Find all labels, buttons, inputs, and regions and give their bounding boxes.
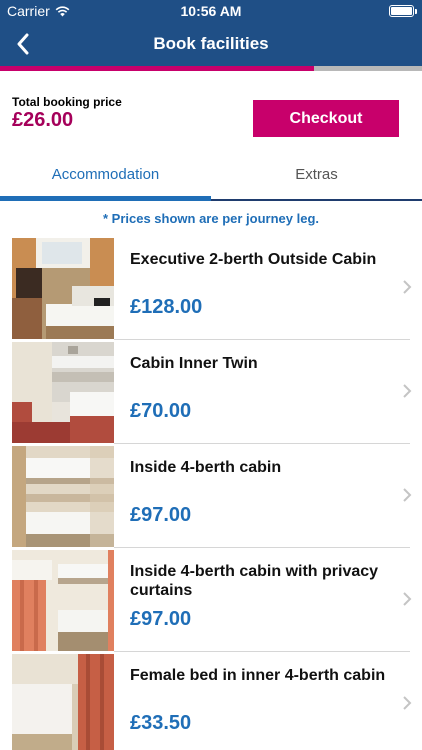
item-title: Cabin Inner Twin bbox=[130, 355, 258, 372]
cabin-photo bbox=[12, 654, 114, 750]
item-price: £97.00 bbox=[130, 504, 192, 526]
item-price: £97.00 bbox=[130, 608, 192, 630]
active-tab-indicator bbox=[0, 196, 211, 201]
tab-accommodation[interactable]: Accommodation bbox=[0, 155, 211, 201]
chevron-right-icon bbox=[403, 488, 412, 502]
item-price: £33.50 bbox=[130, 712, 192, 734]
cabin-photo bbox=[12, 550, 114, 651]
tab-extras[interactable]: Extras bbox=[211, 155, 422, 201]
battery-icon bbox=[389, 5, 417, 17]
chevron-right-icon bbox=[403, 696, 412, 710]
list-item[interactable]: Inside 4-berth cabin £97.00 bbox=[0, 444, 422, 548]
total-price-value: £26.00 bbox=[12, 109, 74, 131]
list-item[interactable]: Executive 2-berth Outside Cabin £128.00 bbox=[0, 236, 422, 340]
price-note: * Prices shown are per journey leg. bbox=[102, 211, 320, 226]
item-title: Female bed in inner 4-berth cabin bbox=[130, 667, 386, 684]
clock: 10:56 AM bbox=[180, 3, 242, 19]
page-title: Book facilities bbox=[153, 34, 269, 53]
tab-bar: Accommodation Extras bbox=[0, 155, 422, 201]
cabin-photo bbox=[12, 446, 114, 547]
item-title: Inside 4-berth cabin with privacy curtai… bbox=[130, 563, 379, 599]
chevron-right-icon bbox=[403, 384, 412, 398]
facility-list: Executive 2-berth Outside Cabin £128.00 … bbox=[0, 236, 422, 750]
chevron-right-icon bbox=[403, 280, 412, 294]
list-item[interactable]: Female bed in inner 4-berth cabin £33.50 bbox=[0, 652, 422, 750]
cabin-photo bbox=[12, 238, 114, 339]
checkout-button[interactable]: Checkout bbox=[253, 100, 399, 137]
item-price: £128.00 bbox=[130, 296, 203, 318]
cabin-photo bbox=[12, 342, 114, 443]
total-price-label: Total booking price bbox=[12, 95, 122, 109]
item-title: Inside 4-berth cabin bbox=[130, 459, 282, 476]
list-item[interactable]: Cabin Inner Twin £70.00 bbox=[0, 340, 422, 444]
navigation-bar: Book facilities bbox=[0, 22, 422, 66]
status-bar: Carrier 10:56 AM bbox=[0, 0, 422, 22]
chevron-right-icon bbox=[403, 592, 412, 606]
item-price: £70.00 bbox=[130, 400, 192, 422]
header: Carrier 10:56 AM Book facilities bbox=[0, 0, 422, 66]
item-title: Executive 2-berth Outside Cabin bbox=[130, 251, 377, 268]
tab-divider bbox=[211, 199, 422, 201]
list-item[interactable]: Inside 4-berth cabin with privacy curtai… bbox=[0, 548, 422, 652]
booking-summary: Total booking price £26.00 Checkout bbox=[0, 71, 422, 155]
